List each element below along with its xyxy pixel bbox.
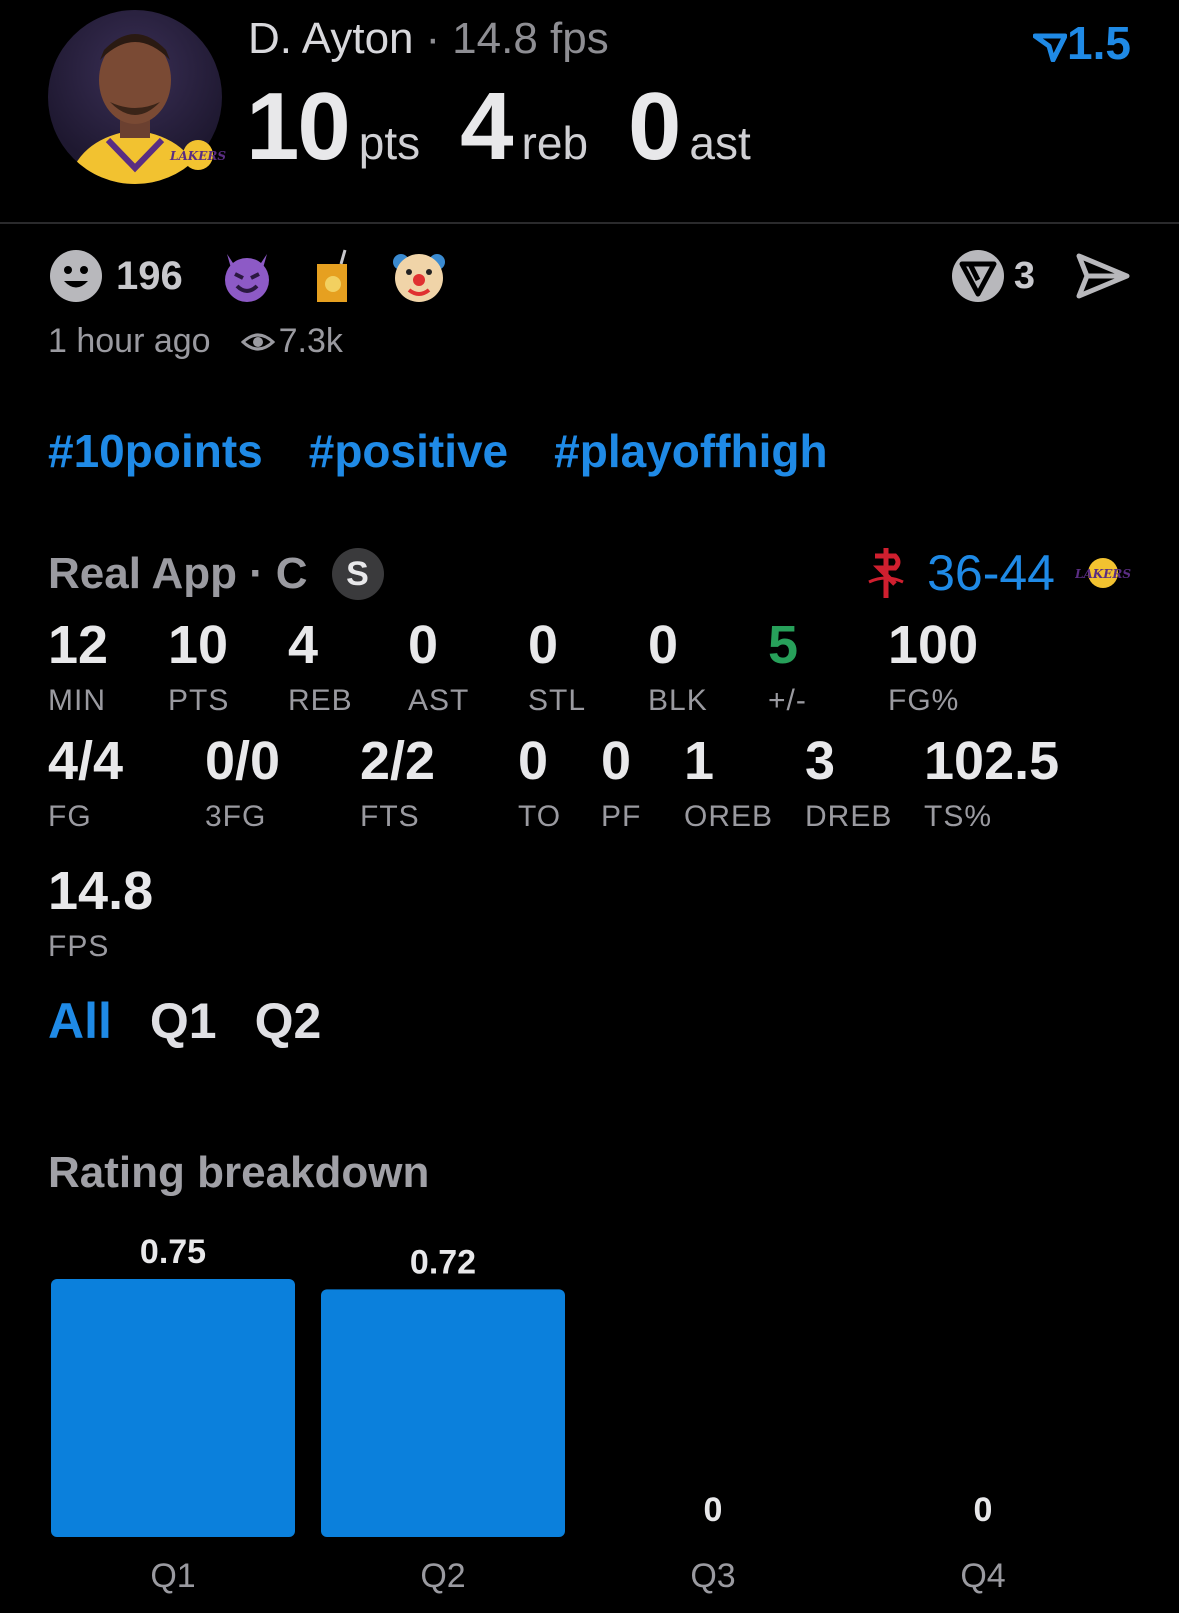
rockets-logo [868, 548, 904, 598]
svg-text:LAKERS: LAKERS [1075, 567, 1131, 581]
svg-text:LAKERS: LAKERS [169, 149, 226, 163]
stat-fts: 2/2 FTS [360, 731, 436, 833]
view-count: 7.3k [278, 322, 343, 360]
player-name[interactable]: D. Ayton [248, 14, 414, 63]
points-unit: pts [358, 117, 421, 169]
headline-stats: 10 pts 4 reb 0 ast [246, 72, 791, 182]
tab-q1[interactable]: Q1 [150, 993, 217, 1049]
rating-breakdown-title: Rating breakdown [48, 1148, 430, 1197]
devil-emoji-icon[interactable] [219, 248, 275, 304]
hashtag[interactable]: #positive [309, 425, 508, 477]
reply-icon[interactable] [950, 248, 1006, 304]
view-count-group: 7.3k [240, 322, 343, 361]
eye-icon [240, 333, 275, 350]
rebounds-value: 4 [460, 73, 513, 180]
stat-to: 0 TO [518, 731, 562, 833]
stat-plus-minus: 5 +/- [768, 615, 807, 717]
stat-fg-pct: 100 FG% [888, 615, 979, 717]
reply-count: 3 [1013, 254, 1035, 297]
stat-ast: 0 AST [408, 615, 470, 717]
player-name-line: D. Ayton · 14.8 fps [248, 14, 609, 64]
reaction-count: 196 [116, 253, 183, 298]
hashtag[interactable]: #playoffhigh [554, 425, 827, 477]
bar-category-label: Q4 [960, 1557, 1005, 1595]
app-name: Real App [48, 549, 238, 598]
assists-value: 0 [628, 73, 681, 180]
rating-breakdown-chart: 0.75 Q1 0.72 Q2 0 Q3 0 Q4 [51, 1233, 1006, 1595]
rating-bar [321, 1289, 565, 1537]
tab-all[interactable]: All [48, 993, 112, 1049]
stat-blk: 0 BLK [648, 615, 708, 717]
player-position: C [275, 549, 308, 598]
game-score[interactable]: 36-44 LAKERS [865, 544, 1131, 602]
rating-badge[interactable]: 1.5 [1032, 16, 1131, 70]
starter-badge: S [331, 548, 384, 600]
game-source-line: Real App · C S [48, 548, 384, 600]
stat-stl: 0 STL [528, 615, 587, 717]
bar-category-label: Q3 [690, 1557, 735, 1595]
bar-value-label: 0.75 [140, 1233, 206, 1271]
points-value: 10 [246, 73, 351, 180]
period-tabs: All Q1 Q2 [48, 992, 359, 1050]
rating-value: 1.5 [1067, 17, 1131, 69]
assists-unit: ast [689, 117, 751, 169]
stat-pts: 10 PTS [168, 615, 230, 717]
stat-3fg: 0/0 3FG [205, 731, 281, 833]
stat-dreb: 3 DREB [805, 731, 893, 833]
bar-value-label: 0.72 [410, 1243, 476, 1281]
rebounds-unit: reb [521, 117, 589, 169]
lakers-logo: LAKERS [168, 138, 228, 177]
score-value: 36-44 [927, 545, 1055, 601]
smiley-reaction-icon[interactable] [48, 248, 104, 304]
rating-arrow-icon [1032, 33, 1068, 63]
bar-value-label: 0 [704, 1491, 723, 1529]
stat-min: 12 MIN [48, 615, 109, 717]
reactions-row: 196 [48, 248, 477, 304]
hashtag[interactable]: #10points [48, 425, 263, 477]
tab-q2[interactable]: Q2 [255, 993, 322, 1049]
bar-value-label: 0 [974, 1491, 993, 1529]
fps-label: 14.8 fps [452, 14, 609, 63]
share-icon[interactable] [1075, 252, 1131, 300]
bar-category-label: Q2 [420, 1557, 465, 1595]
stat-fg: 4/4 FG [48, 731, 124, 833]
hashtags: #10points #positive #playoffhigh [48, 424, 874, 478]
post-meta: 1 hour ago 7.3k [48, 322, 343, 361]
rating-bar [51, 1279, 295, 1537]
juice-box-emoji-icon[interactable] [305, 248, 361, 304]
separator: · [425, 14, 441, 63]
reply-area: 3 [950, 248, 1131, 304]
stat-reb: 4 REB [288, 615, 353, 717]
post-time: 1 hour ago [48, 322, 211, 360]
lakers-logo: LAKERS [1075, 558, 1131, 588]
stat-ts-pct: 102.5 TS% [924, 731, 1060, 833]
bar-category-label: Q1 [150, 1557, 195, 1595]
clown-emoji-icon[interactable] [391, 248, 447, 304]
stat-fps: 14.8 FPS [48, 861, 154, 963]
header-divider [0, 222, 1179, 224]
stat-oreb: 1 OREB [684, 731, 774, 833]
separator: · [249, 549, 264, 598]
stat-pf: 0 PF [601, 731, 642, 833]
